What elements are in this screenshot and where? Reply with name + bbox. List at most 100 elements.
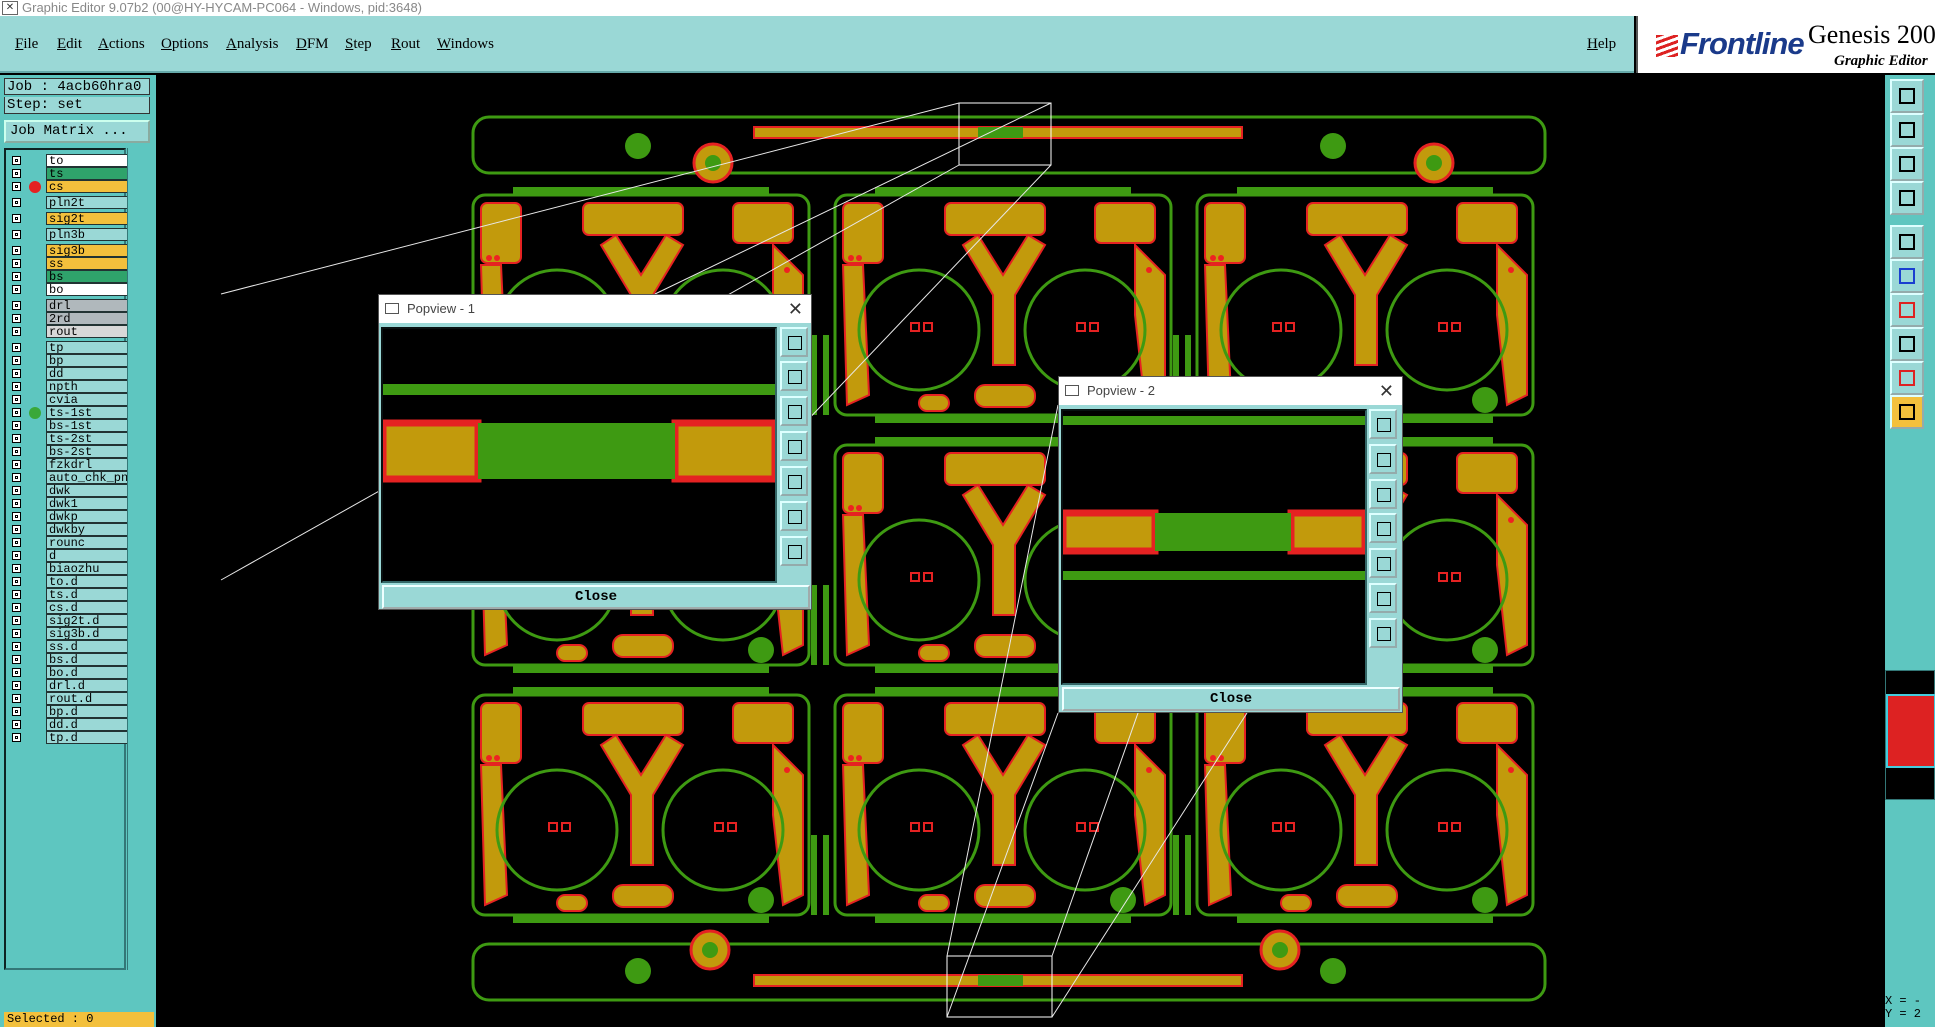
- popview-2-titlebar[interactable]: Popview - 2 ✕: [1059, 377, 1402, 405]
- popview-pan-left-icon[interactable]: [1369, 513, 1397, 543]
- menu-options[interactable]: Options: [161, 36, 209, 53]
- layer-checkbox[interactable]: [12, 603, 21, 612]
- layer-name[interactable]: sig3b.d: [46, 627, 132, 640]
- layer-name[interactable]: dd: [46, 367, 132, 380]
- layer-row[interactable]: dwk: [10, 484, 132, 498]
- layer-row[interactable]: d: [10, 549, 132, 563]
- layer-name[interactable]: pln2t: [46, 196, 132, 209]
- layer-row[interactable]: fzkdrl: [10, 458, 132, 472]
- layer-name[interactable]: to.d: [46, 575, 132, 588]
- layer-name[interactable]: ts: [46, 167, 132, 180]
- layer-row[interactable]: dd: [10, 367, 132, 381]
- layer-name[interactable]: ts-1st: [46, 406, 132, 419]
- layer-checkbox[interactable]: [12, 694, 21, 703]
- layer-checkbox[interactable]: [12, 343, 21, 352]
- layer-row[interactable]: cs: [10, 180, 132, 194]
- layer-row[interactable]: rounc: [10, 536, 132, 550]
- layer-name[interactable]: dwkby: [46, 523, 132, 536]
- layer-row[interactable]: 2rd: [10, 312, 132, 326]
- popview-zoom-out-icon[interactable]: [1369, 618, 1397, 648]
- layer-checkbox[interactable]: [12, 369, 21, 378]
- popview-zoom-in-icon[interactable]: [780, 501, 808, 531]
- layer-row[interactable]: tp: [10, 341, 132, 355]
- popview-pan-right-icon[interactable]: [1369, 548, 1397, 578]
- menu-edit[interactable]: Edit: [57, 36, 82, 53]
- layer-row[interactable]: sig3b.d: [10, 627, 132, 641]
- layer-checkbox[interactable]: [12, 447, 21, 456]
- layer-row[interactable]: dwk1: [10, 497, 132, 511]
- layer-row[interactable]: bp.d: [10, 705, 132, 719]
- layer-name[interactable]: bs-2st: [46, 445, 132, 458]
- menu-actions[interactable]: Actions: [98, 36, 145, 53]
- layer-name[interactable]: ss: [46, 257, 132, 270]
- close-icon[interactable]: ✕: [788, 295, 803, 323]
- popview-1-close-button[interactable]: Close: [382, 585, 810, 609]
- layer-checkbox[interactable]: [12, 642, 21, 651]
- popview-zoom-fit-icon[interactable]: [1369, 409, 1397, 439]
- layer-checkbox[interactable]: [12, 577, 21, 586]
- layer-row[interactable]: dd.d: [10, 718, 132, 732]
- layer-row[interactable]: biaozhu: [10, 562, 132, 576]
- popview-1-view[interactable]: [381, 327, 777, 583]
- layer-checkbox[interactable]: [12, 525, 21, 534]
- layer-name[interactable]: cvia: [46, 393, 132, 406]
- layer-row[interactable]: rout: [10, 325, 132, 339]
- layer-name[interactable]: drl: [46, 299, 132, 312]
- layer-name[interactable]: dd.d: [46, 718, 132, 731]
- layer-checkbox[interactable]: [12, 733, 21, 742]
- layer-checkbox[interactable]: [12, 629, 21, 638]
- popview-zoom-fit-icon[interactable]: [780, 327, 808, 357]
- layer-name[interactable]: dwk1: [46, 497, 132, 510]
- layer-checkbox[interactable]: [12, 473, 21, 482]
- layer-name[interactable]: 2rd: [46, 312, 132, 325]
- popview-1-titlebar[interactable]: Popview - 1 ✕: [379, 295, 811, 323]
- layer-checkbox[interactable]: [12, 538, 21, 547]
- layer-row[interactable]: ss: [10, 257, 132, 271]
- layer-checkbox[interactable]: [12, 408, 21, 417]
- dfm-icon[interactable]: [1890, 327, 1924, 361]
- layer-row[interactable]: npth: [10, 380, 132, 394]
- layer-checkbox[interactable]: [12, 499, 21, 508]
- close-icon[interactable]: ✕: [1379, 377, 1394, 405]
- layer-row[interactable]: pln3b: [10, 228, 132, 242]
- popview-2-close-button[interactable]: Close: [1062, 687, 1400, 711]
- layer-checkbox[interactable]: [12, 707, 21, 716]
- layer-name[interactable]: tp: [46, 341, 132, 354]
- layer-row[interactable]: cs.d: [10, 601, 132, 615]
- layer-name[interactable]: ts.d: [46, 588, 132, 601]
- layer-checkbox[interactable]: [12, 356, 21, 365]
- layer-name[interactable]: tp.d: [46, 731, 132, 744]
- layer-name[interactable]: sig3b: [46, 244, 132, 257]
- layer-row[interactable]: drl: [10, 299, 132, 313]
- warning-icon[interactable]: [1890, 361, 1924, 395]
- popview-zoom-out-icon[interactable]: [780, 536, 808, 566]
- layer-row[interactable]: drl.d: [10, 679, 132, 693]
- layer-name[interactable]: dwk: [46, 484, 132, 497]
- layer-checkbox[interactable]: [12, 382, 21, 391]
- layer-name[interactable]: ts-2st: [46, 432, 132, 445]
- popview-pan-up-icon[interactable]: [780, 361, 808, 391]
- layer-name[interactable]: bp: [46, 354, 132, 367]
- layer-row[interactable]: dwkp: [10, 510, 132, 524]
- layer-name[interactable]: dwkp: [46, 510, 132, 523]
- layer-row[interactable]: ts-1st: [10, 406, 132, 420]
- layer-name[interactable]: pln3b: [46, 228, 132, 241]
- popview-pan-down-icon[interactable]: [1369, 479, 1397, 509]
- menu-rout[interactable]: Rout: [391, 36, 420, 53]
- layer-checkbox[interactable]: [12, 395, 21, 404]
- layer-name[interactable]: bp.d: [46, 705, 132, 718]
- layer-checkbox[interactable]: [12, 314, 21, 323]
- layer-row[interactable]: bo: [10, 283, 132, 297]
- layer-checkbox[interactable]: [12, 590, 21, 599]
- zoom-window-icon[interactable]: [1890, 147, 1924, 181]
- popview-2-view[interactable]: [1061, 409, 1367, 685]
- layer-row[interactable]: cvia: [10, 393, 132, 407]
- move-icon[interactable]: [1890, 113, 1924, 147]
- layer-name[interactable]: bs: [46, 270, 132, 283]
- layer-row[interactable]: sig2t.d: [10, 614, 132, 628]
- layer-row[interactable]: ts: [10, 167, 132, 181]
- layer-checkbox[interactable]: [12, 169, 21, 178]
- layer-name[interactable]: to: [46, 154, 132, 167]
- layer-row[interactable]: auto_chk_pn: [10, 471, 132, 485]
- layer-checkbox[interactable]: [12, 285, 21, 294]
